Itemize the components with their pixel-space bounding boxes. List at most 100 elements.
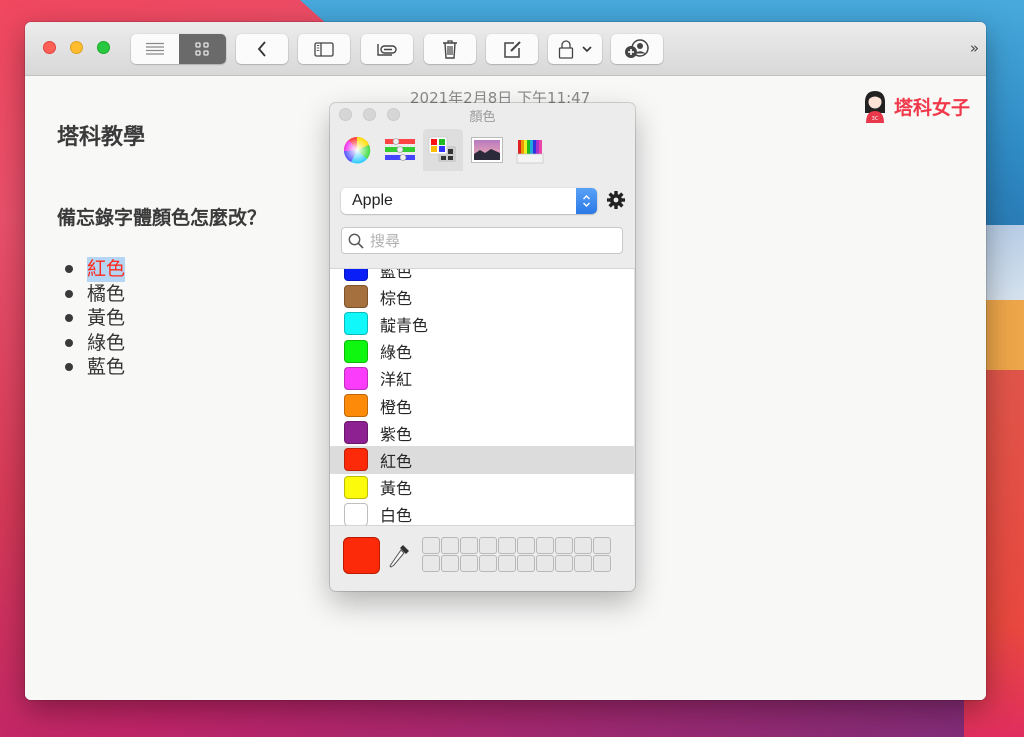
color-swatch (344, 366, 368, 390)
color-label: 白色 (380, 506, 413, 526)
color-list-item[interactable]: 靛青色 (330, 310, 635, 337)
color-list-item[interactable]: 白色 (330, 501, 635, 526)
list-item[interactable]: 橘色 (65, 282, 125, 307)
color-label: 紫色 (380, 424, 413, 444)
saved-swatch-slot[interactable] (479, 555, 497, 572)
color-list-item[interactable]: 紫色 (330, 419, 635, 446)
color-list-item[interactable]: 藍色 (330, 269, 635, 283)
list-scrollbar[interactable] (634, 269, 635, 525)
tab-color-wheel[interactable] (337, 129, 377, 171)
saved-swatch-slot[interactable] (593, 555, 611, 572)
color-list-item[interactable]: 綠色 (330, 338, 635, 365)
saved-swatch-slot[interactable] (479, 537, 497, 554)
paperclip-icon (377, 43, 397, 56)
saved-swatch-slot[interactable] (498, 537, 516, 554)
color-list-item[interactable]: 洋紅 (330, 365, 635, 392)
bullet-icon (65, 338, 73, 347)
color-swatch (344, 421, 368, 445)
saved-swatch-slot[interactable] (536, 537, 554, 554)
chevron-down-icon (582, 45, 592, 52)
color-mode-tabs (330, 125, 635, 171)
list-item[interactable]: 紅色 (65, 257, 126, 282)
palette-select[interactable]: Apple (341, 188, 597, 214)
select-arrows-icon (576, 188, 597, 214)
saved-swatch-slot[interactable] (460, 555, 478, 572)
saved-swatch-slot[interactable] (555, 537, 573, 554)
palette-select-value: Apple (352, 192, 393, 209)
bullet-icon (65, 289, 73, 298)
saved-swatch-slot[interactable] (460, 537, 478, 554)
color-label: 綠色 (380, 343, 413, 363)
list-view-button[interactable] (131, 34, 179, 64)
color-swatch (344, 339, 368, 363)
svg-text:3C: 3C (872, 116, 879, 122)
saved-swatch-slot[interactable] (422, 537, 440, 554)
saved-swatch-slot[interactable] (422, 555, 440, 572)
saved-swatch-slot[interactable] (536, 555, 554, 572)
saved-swatches-grid (422, 537, 611, 572)
color-label: 棕色 (380, 288, 413, 308)
saved-swatch-slot[interactable] (498, 555, 516, 572)
lock-button[interactable] (548, 34, 602, 64)
color-label: 黃色 (380, 479, 413, 499)
brand-watermark: 3C 塔科女子 (862, 89, 970, 123)
list-item[interactable]: 黃色 (65, 306, 125, 331)
saved-swatch-slot[interactable] (555, 555, 573, 572)
color-search-input[interactable]: 搜尋 (341, 227, 623, 254)
toolbar-overflow-button[interactable]: » (970, 39, 979, 57)
saved-swatch-slot[interactable] (574, 555, 592, 572)
saved-swatch-slot[interactable] (593, 537, 611, 554)
palette-icon (428, 136, 456, 162)
delete-button[interactable] (424, 34, 476, 64)
list-item[interactable]: 綠色 (65, 331, 125, 356)
color-list: 藍色棕色靛青色綠色 洋紅橙色紫色 紅色黃色白色 (330, 268, 635, 526)
saved-swatch-slot[interactable] (441, 555, 459, 572)
tab-image-palettes[interactable] (467, 129, 507, 171)
eyedropper-icon[interactable] (388, 542, 412, 570)
toolbar: » (25, 22, 986, 76)
add-people-button[interactable] (611, 34, 663, 64)
color-swatch (344, 285, 368, 309)
image-icon (471, 137, 503, 163)
panel-title: 顏色 (469, 110, 496, 125)
minimize-button[interactable] (70, 41, 83, 54)
chevron-left-icon (257, 41, 266, 57)
color-label: 靛青色 (380, 315, 429, 335)
back-button[interactable] (236, 34, 288, 64)
gallery-view-button[interactable] (178, 34, 226, 64)
color-label: 橙色 (380, 397, 413, 417)
selected-text[interactable]: 紅色 (87, 257, 126, 282)
color-list-item[interactable]: 橙色 (330, 392, 635, 419)
attachments-button[interactable] (361, 34, 413, 64)
list-item[interactable]: 藍色 (65, 355, 125, 380)
panel-footer (330, 528, 635, 591)
saved-swatch-slot[interactable] (517, 555, 535, 572)
tab-color-sliders[interactable] (380, 129, 420, 171)
compose-button[interactable] (486, 34, 538, 64)
close-button[interactable] (43, 41, 56, 54)
add-person-icon (625, 39, 649, 58)
bullet-icon (65, 265, 73, 274)
sidebar-icon (314, 41, 334, 57)
trash-icon (443, 39, 457, 59)
color-list-item[interactable]: 紅色 (330, 446, 635, 474)
search-placeholder: 搜尋 (370, 232, 401, 250)
color-wheel-icon (343, 137, 371, 164)
note-title: 塔科教學 (57, 125, 146, 150)
color-list-item[interactable]: 黃色 (330, 474, 635, 501)
note-bullet-list: 紅色 橘色 黃色 綠色 藍色 (65, 257, 126, 380)
tab-color-palettes[interactable] (423, 129, 463, 171)
gear-icon[interactable] (606, 190, 626, 210)
fullscreen-button[interactable] (97, 41, 110, 54)
saved-swatch-slot[interactable] (441, 537, 459, 554)
saved-swatch-slot[interactable] (517, 537, 535, 554)
color-swatch (344, 269, 368, 282)
color-swatch (344, 502, 368, 525)
color-swatch (344, 312, 368, 336)
color-list-item[interactable]: 棕色 (330, 283, 635, 310)
saved-swatch-slot[interactable] (574, 537, 592, 554)
sidebar-button[interactable] (298, 34, 350, 64)
current-color-well[interactable] (343, 537, 380, 574)
tab-pencils[interactable] (510, 129, 550, 171)
color-swatch (344, 448, 368, 472)
